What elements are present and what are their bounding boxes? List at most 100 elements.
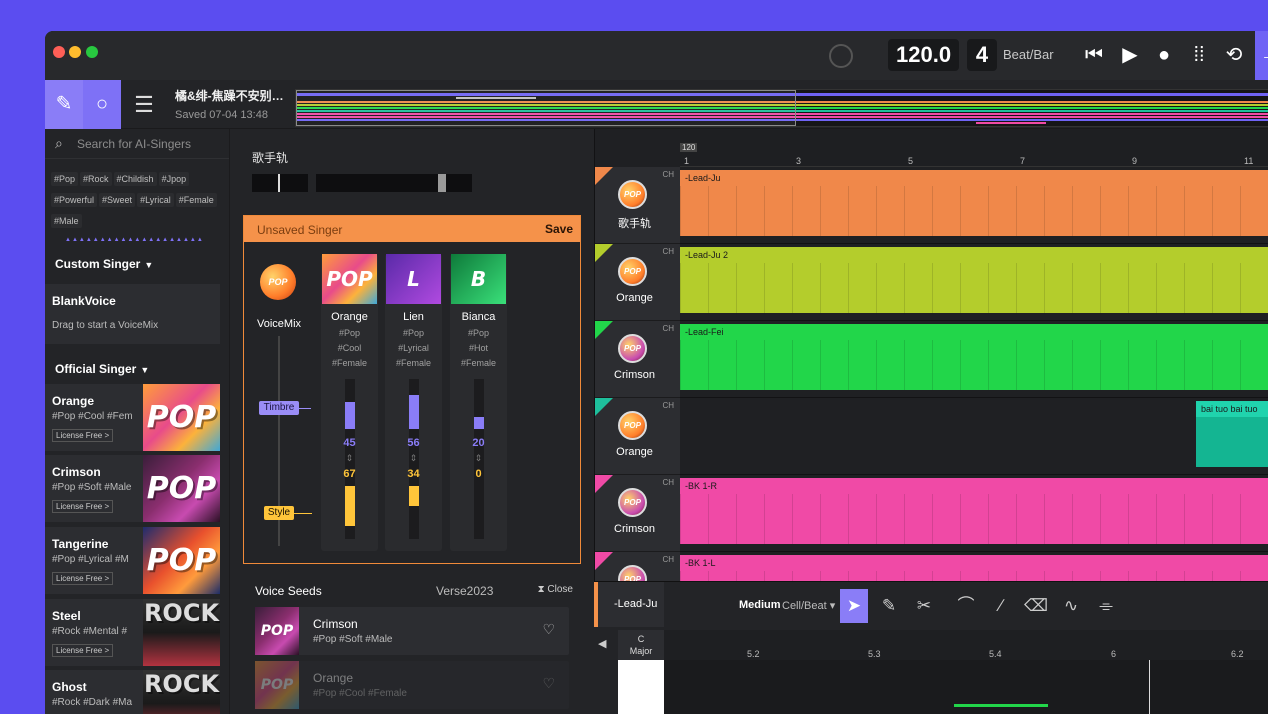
vibrato-tool-icon[interactable]: ∿ xyxy=(1057,589,1085,623)
singer-card-tangerine[interactable]: Tangerine #Pop #Lyrical #M License Free … xyxy=(45,527,220,594)
timbre-label[interactable]: Timbre xyxy=(259,401,299,415)
singer-card-steel[interactable]: Steel #Rock #Mental # License Free > ROC… xyxy=(45,599,220,666)
grid-icon[interactable]: ⁞⁞ xyxy=(1187,43,1211,67)
timbre-fill[interactable] xyxy=(409,395,419,429)
singer-card-orange[interactable]: Orange #Pop #Cool #Fem License Free > PO… xyxy=(45,384,220,451)
tag-scroll-indicator[interactable]: ▲▲▲▲▲▲▲▲▲▲▲▲▲▲▲▲▲▲▲▲▲▲▲▲ xyxy=(65,237,205,243)
play-icon[interactable]: ▶ xyxy=(1118,43,1142,67)
playhead[interactable] xyxy=(1149,660,1150,714)
song-overview[interactable] xyxy=(295,89,1268,127)
license-badge[interactable]: License Free > xyxy=(52,644,114,657)
track-header[interactable]: CH POP Orange xyxy=(595,398,680,475)
link-icon[interactable]: ⇕ xyxy=(321,453,378,464)
official-singer-header[interactable]: Official Singer ▼ xyxy=(55,362,149,376)
singer-search[interactable]: ⌕ Search for AI-Singers xyxy=(45,129,229,159)
singer-avatar[interactable]: POP xyxy=(618,488,647,517)
density-select[interactable]: Medium xyxy=(739,599,781,611)
audio-clip[interactable]: bai tuo bai tuo xyxy=(1196,401,1268,467)
loop-icon[interactable]: ⟲ xyxy=(1222,43,1246,67)
tempo-display[interactable]: 120.0 xyxy=(888,39,960,71)
overview-viewport[interactable] xyxy=(296,90,796,126)
style-fill[interactable] xyxy=(409,486,419,506)
beats-per-bar[interactable]: 4 xyxy=(967,39,997,71)
license-badge[interactable]: License Free > xyxy=(52,429,114,442)
transition-tool-icon[interactable]: ⌯ xyxy=(1092,589,1120,623)
singer-card-crimson[interactable]: Crimson #Pop #Soft #Male License Free > … xyxy=(45,455,220,522)
mixer-settings-icon[interactable]: ☰ xyxy=(125,80,163,129)
style-fill[interactable] xyxy=(345,486,355,526)
scissors-tool-icon[interactable]: ✂ xyxy=(910,589,938,623)
export-icon[interactable]: → xyxy=(1255,31,1268,80)
piano-keys[interactable] xyxy=(618,660,664,714)
key-indicator[interactable]: C Major xyxy=(618,630,664,660)
tag-chip[interactable]: #Rock xyxy=(80,172,112,186)
tempo-marker[interactable]: 120 xyxy=(680,143,698,152)
maximize-window-button[interactable] xyxy=(86,46,98,58)
license-badge[interactable]: License Free > xyxy=(52,500,114,513)
track-header[interactable]: CH POP Crimson xyxy=(595,321,680,398)
minimize-window-button[interactable] xyxy=(69,46,81,58)
audio-clip[interactable]: -Lead-Ju 2 xyxy=(680,247,1268,313)
singer-avatar[interactable]: POP xyxy=(618,180,647,209)
editor-track-tab[interactable]: -Lead-Ju xyxy=(594,582,664,627)
singer-avatar[interactable]: POP xyxy=(618,411,647,440)
speaker-icon[interactable]: ◀ xyxy=(598,637,606,650)
track-header[interactable]: CH POP Crimson xyxy=(595,475,680,552)
seed-item[interactable]: POP Crimson #Pop #Soft #Male ♡ xyxy=(255,607,569,655)
seeds-close-button[interactable]: ⧗ Close xyxy=(538,584,573,595)
headphones-icon[interactable] xyxy=(829,44,853,68)
link-icon[interactable]: ⇕ xyxy=(385,453,442,464)
heart-icon[interactable]: ♡ xyxy=(542,621,555,638)
save-button[interactable]: Save xyxy=(545,222,573,236)
skip-back-icon[interactable]: ⏮ xyxy=(1082,43,1106,67)
track-pan-slider[interactable] xyxy=(316,174,472,192)
eraser-tool-icon[interactable]: ⌫ xyxy=(1022,589,1050,623)
timbre-fill[interactable] xyxy=(474,417,484,429)
tag-chip[interactable]: #Sweet xyxy=(99,193,136,207)
tag-chip[interactable]: #Male xyxy=(51,214,82,228)
timeline-ruler[interactable]: 120 1 3 5 7 9 11 xyxy=(680,129,1268,167)
pitch-draw-tool-icon[interactable]: ∕ xyxy=(987,589,1015,623)
editor-ruler[interactable]: 5.2 5.3 5.4 6 6.2 xyxy=(664,630,1268,660)
pitch-curve-tool-icon[interactable]: ⌒ xyxy=(952,589,980,623)
track-lane[interactable]: -Lead-Ju xyxy=(680,167,1268,244)
track-volume-slider[interactable] xyxy=(252,174,308,192)
blank-voice-card[interactable]: BlankVoice Drag to start a VoiceMix xyxy=(45,284,220,344)
note-grid[interactable] xyxy=(664,660,1268,714)
singer-card-ghost[interactable]: Ghost #Rock #Dark #Ma ROCK xyxy=(45,670,220,714)
tag-chip[interactable]: #Pop xyxy=(51,172,79,186)
track-lane[interactable]: -BK 1-R xyxy=(680,475,1268,552)
unit-select[interactable]: Cell/Beat ▾ xyxy=(782,599,835,612)
singer-avatar[interactable]: POP xyxy=(618,334,647,363)
heart-icon[interactable]: ♡ xyxy=(542,675,555,692)
record-icon[interactable]: ● xyxy=(1152,43,1176,67)
audio-clip[interactable]: -BK 1-R xyxy=(680,478,1268,544)
singer-mode-icon[interactable]: ○ xyxy=(83,80,121,129)
style-label[interactable]: Style xyxy=(264,506,294,520)
tool-mode-icon[interactable]: ✎ xyxy=(45,80,83,129)
singer-avatar[interactable]: POP xyxy=(618,257,647,286)
track-lane[interactable]: bai tuo bai tuo xyxy=(680,398,1268,475)
audio-clip[interactable]: -Lead-Fei xyxy=(680,324,1268,390)
link-icon[interactable]: ⇕ xyxy=(450,453,507,464)
tag-chip[interactable]: #Childish xyxy=(113,172,157,186)
close-window-button[interactable] xyxy=(53,46,65,58)
audio-clip[interactable]: -Lead-Ju xyxy=(680,170,1268,236)
custom-singer-header[interactable]: Custom Singer ▼ xyxy=(55,257,153,271)
pencil-tool-icon[interactable]: ✎ xyxy=(875,589,903,623)
tag-chip[interactable]: #Female xyxy=(175,193,217,207)
track-header[interactable]: CH POP 歌手轨 xyxy=(595,167,680,244)
note-block[interactable] xyxy=(954,704,1048,707)
license-badge[interactable]: License Free > xyxy=(52,572,114,585)
tag-chip[interactable]: #Jpop xyxy=(158,172,190,186)
tag-chip[interactable]: #Powerful xyxy=(51,193,98,207)
timbre-fill[interactable] xyxy=(345,402,355,429)
seed-item[interactable]: POP Orange #Pop #Cool #Female ♡ xyxy=(255,661,569,709)
select-tool-icon[interactable]: ➤ xyxy=(840,589,868,623)
search-input[interactable]: Search for AI-Singers xyxy=(77,137,191,151)
track-header[interactable]: CH POP Orange xyxy=(595,244,680,321)
tag-chip[interactable]: #Lyrical xyxy=(137,193,174,207)
seeds-version[interactable]: Verse2023 xyxy=(436,584,493,598)
track-lane[interactable]: -Lead-Ju 2 xyxy=(680,244,1268,321)
track-lane[interactable]: -Lead-Fei xyxy=(680,321,1268,398)
